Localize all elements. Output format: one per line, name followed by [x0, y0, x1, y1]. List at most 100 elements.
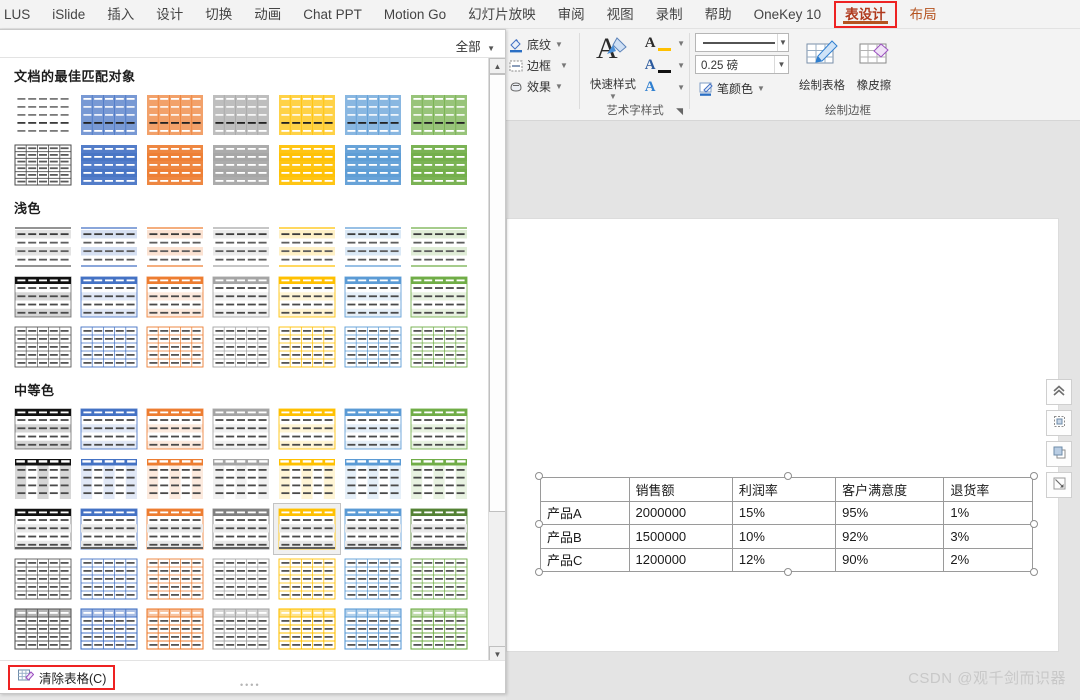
table-style-thumbnail[interactable] — [340, 604, 406, 654]
resize-handle-n[interactable] — [784, 472, 792, 480]
table-cell[interactable]: 10% — [731, 524, 837, 549]
chevron-down-icon[interactable]: ▼ — [560, 61, 568, 70]
table-cell[interactable]: 15% — [731, 500, 837, 525]
chevron-down-icon[interactable]: ▼ — [774, 56, 788, 73]
table-style-thumbnail[interactable] — [208, 272, 274, 322]
table-style-thumbnail[interactable] — [406, 222, 472, 272]
table-style-thumbnail[interactable] — [340, 504, 406, 554]
menu-tab-onekey-10[interactable]: OneKey 10 — [743, 1, 833, 28]
table-cell[interactable]: 产品A — [540, 500, 630, 525]
table-style-thumbnail[interactable] — [406, 454, 472, 504]
text-outline-button[interactable]: A ▼ — [643, 55, 685, 76]
table-style-thumbnail[interactable] — [76, 140, 142, 190]
table-cell[interactable]: 产品C — [540, 547, 630, 572]
table-cell[interactable]: 销售额 — [628, 477, 733, 502]
table-style-thumbnail[interactable] — [142, 90, 208, 140]
menu-tab-幻灯片放映[interactable]: 幻灯片放映 — [457, 1, 547, 28]
table-style-thumbnail[interactable] — [10, 604, 76, 654]
table-style-thumbnail[interactable] — [340, 454, 406, 504]
table-style-thumbnail[interactable] — [208, 90, 274, 140]
table-style-thumbnail[interactable] — [340, 404, 406, 454]
pen-color-button[interactable]: 笔颜色 ▼ — [695, 78, 765, 99]
table-cell[interactable]: 2000000 — [628, 500, 733, 525]
menu-tab-chat-ppt[interactable]: Chat PPT — [292, 1, 373, 28]
menu-tab-录制[interactable]: 录制 — [645, 1, 694, 28]
table-style-thumbnail[interactable] — [10, 322, 76, 372]
table-cell[interactable]: 12% — [731, 547, 837, 572]
gallery-scroll-body[interactable]: 文档的最佳匹配对象 浅色 中等色 — [0, 58, 488, 662]
chevron-down-icon[interactable]: ▼ — [777, 34, 788, 51]
table-style-thumbnail[interactable] — [10, 272, 76, 322]
table-style-thumbnail[interactable] — [76, 554, 142, 604]
table-cell[interactable]: 产品B — [540, 524, 630, 549]
arrange-front-button[interactable] — [1046, 441, 1072, 467]
gallery-scrollbar[interactable]: ▲ ▼ — [488, 58, 505, 662]
table-style-thumbnail[interactable] — [406, 90, 472, 140]
table-style-thumbnail[interactable] — [340, 554, 406, 604]
table-cell[interactable]: 3% — [943, 524, 1033, 549]
chevron-down-icon[interactable]: ▼ — [555, 40, 563, 49]
table-style-thumbnail[interactable] — [340, 140, 406, 190]
menu-tab-切换[interactable]: 切换 — [194, 1, 243, 28]
menu-tab-motion-go[interactable]: Motion Go — [373, 1, 457, 28]
table-style-thumbnail[interactable] — [76, 604, 142, 654]
menu-tab-帮助[interactable]: 帮助 — [694, 1, 743, 28]
table-style-thumbnail[interactable] — [76, 504, 142, 554]
table-style-thumbnail[interactable] — [10, 140, 76, 190]
table-style-thumbnail[interactable] — [208, 504, 274, 554]
text-fill-button[interactable]: A ▼ — [643, 33, 685, 54]
table-style-thumbnail[interactable] — [142, 272, 208, 322]
table-style-thumbnail[interactable] — [406, 322, 472, 372]
resize-grip[interactable]: •••• — [240, 680, 261, 690]
table-style-thumbnail[interactable] — [406, 554, 472, 604]
menu-tab-视图[interactable]: 视图 — [596, 1, 645, 28]
table-style-thumbnail[interactable] — [76, 90, 142, 140]
table-style-thumbnail[interactable] — [208, 404, 274, 454]
line-style-combo[interactable]: ▼ — [695, 33, 789, 52]
table-style-thumbnail[interactable] — [10, 90, 76, 140]
table-style-thumbnail[interactable] — [208, 140, 274, 190]
border-button[interactable]: 边框 ▼ — [505, 55, 577, 76]
menu-tab-插入[interactable]: 插入 — [96, 1, 145, 28]
table-header-row[interactable]: 销售额 利润率 客户满意度 退货率 — [540, 477, 1033, 502]
table-style-thumbnail[interactable] — [274, 272, 340, 322]
table-style-thumbnail[interactable] — [10, 454, 76, 504]
scrollbar-thumb[interactable] — [489, 74, 505, 512]
resize-handle-e[interactable] — [1030, 520, 1038, 528]
chevron-down-icon[interactable]: ▼ — [677, 61, 685, 70]
chevron-down-icon[interactable]: ▼ — [677, 39, 685, 48]
table-style-thumbnail[interactable] — [10, 504, 76, 554]
resize-handle-se[interactable] — [1030, 568, 1038, 576]
table-style-thumbnail[interactable] — [274, 454, 340, 504]
text-effects-button[interactable]: A ▼ — [643, 77, 685, 98]
chevron-down-icon[interactable]: ▼ — [587, 92, 639, 101]
table-style-thumbnail[interactable] — [208, 322, 274, 372]
resize-handle-w[interactable] — [535, 520, 543, 528]
table-row[interactable]: 产品B 1500000 10% 92% 3% — [540, 524, 1033, 549]
table-style-thumbnail[interactable] — [406, 140, 472, 190]
table-style-thumbnail[interactable] — [274, 90, 340, 140]
table-cell[interactable]: 1500000 — [628, 524, 733, 549]
table-cell[interactable]: 退货率 — [943, 477, 1033, 502]
table-style-thumbnail[interactable] — [76, 222, 142, 272]
resize-handle-sw[interactable] — [535, 568, 543, 576]
collapse-up-button[interactable] — [1046, 379, 1072, 405]
table-style-thumbnail[interactable] — [340, 322, 406, 372]
table-style-thumbnail[interactable] — [10, 404, 76, 454]
menu-tab-表设计[interactable]: 表设计 — [834, 0, 897, 28]
table-style-thumbnail[interactable] — [274, 140, 340, 190]
table-cell[interactable]: 客户满意度 — [835, 477, 945, 502]
table-style-thumbnail[interactable] — [274, 604, 340, 654]
chevron-down-icon[interactable]: ▼ — [757, 84, 765, 93]
table-style-thumbnail[interactable] — [208, 554, 274, 604]
table-style-thumbnail[interactable] — [10, 222, 76, 272]
table-cell[interactable]: 1200000 — [628, 547, 733, 572]
draw-table-button[interactable]: 绘制表格 — [797, 33, 847, 93]
quick-style-button[interactable]: A 快速样式 ▼ — [587, 32, 639, 101]
menu-tab-lus[interactable]: LUS — [0, 1, 41, 28]
resize-handle-s[interactable] — [784, 568, 792, 576]
table-style-thumbnail[interactable] — [406, 272, 472, 322]
layout-options-button[interactable] — [1046, 410, 1072, 436]
table-style-thumbnail[interactable] — [274, 404, 340, 454]
size-position-button[interactable] — [1046, 472, 1072, 498]
